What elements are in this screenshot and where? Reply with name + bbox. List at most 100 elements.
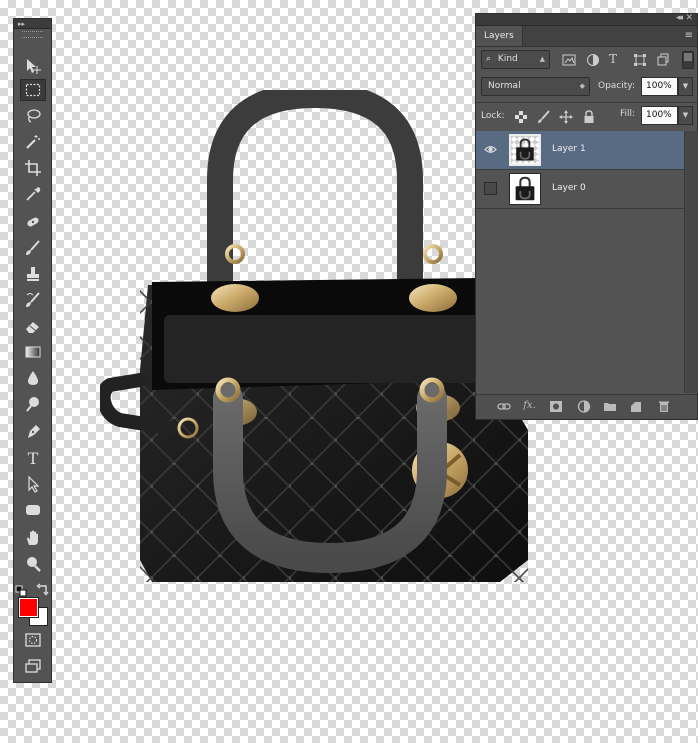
blur-drop-icon <box>28 371 38 385</box>
quick-select-tool[interactable] <box>20 131 46 153</box>
arrow-icon <box>28 475 40 493</box>
rounded-rect-icon <box>26 505 40 515</box>
updown-arrow-icon: ▲ <box>539 55 545 63</box>
move-icon <box>27 59 41 74</box>
lock-all-icon[interactable] <box>582 110 596 124</box>
opacity-label: Opacity: <box>598 81 635 91</box>
blend-mode-dropdown[interactable]: Normal ◆ <box>481 77 590 96</box>
layers-panel-titlebar[interactable]: ◂◂ ✕ <box>476 13 697 26</box>
healing-icon <box>27 217 39 227</box>
layer-name[interactable]: Layer 1 <box>552 144 586 154</box>
move-tool[interactable] <box>20 55 46 77</box>
delete-layer-icon[interactable] <box>656 400 671 414</box>
add-mask-icon[interactable] <box>548 400 563 414</box>
panel-menu-icon[interactable]: ≡ <box>685 30 693 41</box>
healing-brush-tool[interactable] <box>20 211 46 233</box>
swap-colors-icon[interactable] <box>36 583 50 597</box>
eraser-tool[interactable] <box>20 315 46 337</box>
path-select-tool[interactable] <box>20 473 46 495</box>
foreground-color-swatch[interactable] <box>19 598 38 617</box>
layer-row-layer-1[interactable]: Layer 1 <box>476 131 684 170</box>
zoom-icon <box>27 557 41 572</box>
search-icon: ⌕ <box>486 54 492 64</box>
close-panel-icon[interactable]: ✕ <box>685 13 693 23</box>
lock-position-icon[interactable] <box>559 110 573 124</box>
history-brush-icon <box>26 292 40 307</box>
link-layers-icon[interactable] <box>496 400 511 414</box>
fx-icon[interactable]: fx. <box>522 400 537 414</box>
crop-icon <box>25 160 41 176</box>
visibility-toggle-empty[interactable] <box>484 182 497 195</box>
lasso-tool[interactable] <box>20 105 46 127</box>
handbag-image <box>100 90 528 582</box>
eraser-icon <box>26 322 39 333</box>
gradient-icon <box>25 346 41 358</box>
history-brush-tool[interactable] <box>20 289 46 311</box>
magic-wand-icon <box>26 135 40 149</box>
lock-image-pixels-icon[interactable] <box>537 110 551 124</box>
opacity-dropdown-button[interactable]: ▼ <box>678 77 693 96</box>
new-layer-icon[interactable] <box>628 400 643 414</box>
new-group-icon[interactable] <box>602 400 617 414</box>
layers-list: Layer 1 Layer 0 <box>476 131 684 393</box>
marquee-tool[interactable] <box>20 79 46 101</box>
crop-tool[interactable] <box>20 157 46 179</box>
bag-thumbnail-icon <box>515 176 535 201</box>
rect-marquee-icon <box>25 83 41 97</box>
blend-mode-value: Normal <box>488 81 521 91</box>
bag-thumbnail-icon <box>516 138 534 161</box>
layers-panel: ◂◂ ✕ Layers ≡ ⌕ Kind ▲ T Normal ◆ Opacit… <box>475 13 698 420</box>
type-icon: T <box>28 449 39 467</box>
tools-panel-grip[interactable] <box>22 31 43 38</box>
zoom-tool[interactable] <box>20 553 46 575</box>
stamp-icon <box>27 267 39 281</box>
layers-bottom-bar: fx. <box>476 394 697 419</box>
filter-kind-dropdown[interactable]: ⌕ Kind ▲ <box>481 50 550 69</box>
brush-icon <box>26 240 40 255</box>
layers-scrollbar[interactable] <box>684 131 698 393</box>
expand-icon[interactable]: ▸▸ <box>18 20 25 28</box>
updown-arrow-icon: ◆ <box>579 82 585 90</box>
hand-tool[interactable] <box>20 527 46 549</box>
eyedropper-icon <box>26 187 41 201</box>
filter-smart-object-icon[interactable] <box>656 53 670 67</box>
fill-label: Fill: <box>620 109 636 119</box>
gradient-tool[interactable] <box>20 341 46 363</box>
filter-type-icon[interactable]: T <box>609 52 623 66</box>
filter-row: ⌕ Kind ▲ T <box>476 47 697 71</box>
filter-kind-label: Kind <box>497 54 518 64</box>
quick-mask-icon[interactable] <box>20 629 46 651</box>
lock-transparent-pixels-icon[interactable] <box>514 110 528 124</box>
fill-dropdown-button[interactable]: ▼ <box>678 106 693 125</box>
collapse-panel-icon[interactable]: ◂◂ <box>676 13 683 23</box>
filter-adjustment-icon[interactable] <box>586 53 600 67</box>
svg-text:T: T <box>28 449 39 467</box>
default-colors-icon[interactable] <box>15 585 29 597</box>
layer-row-layer-0[interactable]: Layer 0 <box>476 170 684 209</box>
new-adjustment-icon[interactable] <box>576 400 591 414</box>
layer-1-thumbnail[interactable] <box>509 134 541 166</box>
clone-stamp-tool[interactable] <box>20 263 46 285</box>
eyedropper-tool[interactable] <box>20 183 46 205</box>
blur-tool[interactable] <box>20 367 46 389</box>
dodge-tool[interactable] <box>20 393 46 415</box>
lock-label: Lock: <box>481 111 505 121</box>
layer-0-thumbnail[interactable] <box>509 173 541 205</box>
filter-shape-icon[interactable] <box>633 53 647 67</box>
eye-icon[interactable] <box>484 143 497 156</box>
tab-layers[interactable]: Layers <box>476 26 523 46</box>
screen-mode-icon[interactable] <box>20 655 46 677</box>
fill-input[interactable]: 100% <box>641 106 678 125</box>
hand-icon <box>27 530 38 545</box>
shape-tool[interactable] <box>20 499 46 521</box>
opacity-input[interactable]: 100% <box>641 77 678 96</box>
brush-tool[interactable] <box>20 237 46 259</box>
filter-toggle[interactable] <box>682 51 694 69</box>
pen-tool[interactable] <box>20 421 46 443</box>
filter-pixel-icon[interactable] <box>562 53 576 67</box>
lock-row: Lock: Fill: 100% ▼ <box>476 102 697 132</box>
layer-name[interactable]: Layer 0 <box>552 183 586 193</box>
tools-panel-header[interactable]: ▸▸ <box>14 19 51 29</box>
layers-tab-row: Layers ≡ <box>476 26 697 47</box>
type-tool[interactable]: T <box>20 447 46 469</box>
